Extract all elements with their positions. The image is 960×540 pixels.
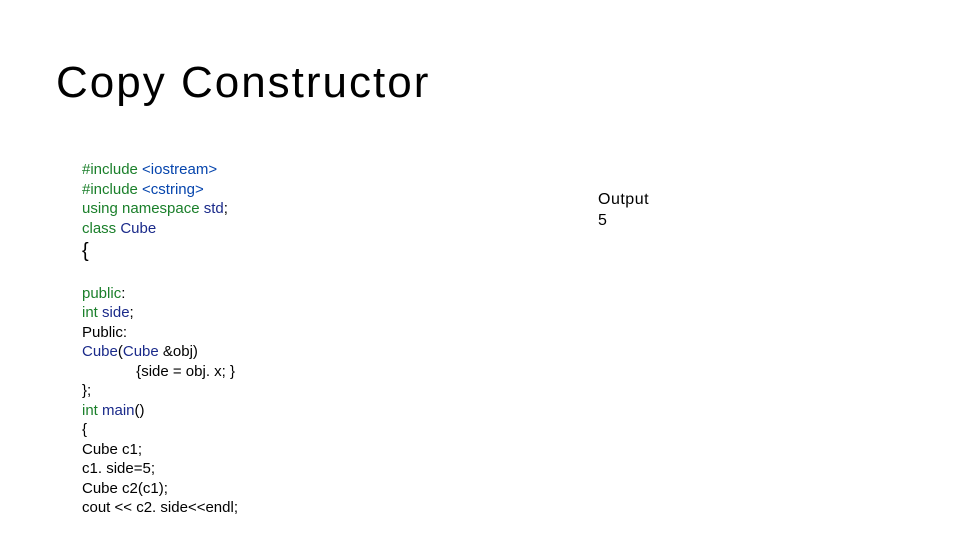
punct: ) [193,343,198,360]
code-line: cout << c2. side<<endl; [82,498,238,518]
text: 1); [150,480,168,497]
text: Public [82,324,123,341]
header-name: <iostream> [142,161,217,178]
class-name: Cube [120,220,156,237]
code-line: Public: [82,323,238,343]
code-line: int main() [82,401,238,421]
text: 1; [130,441,143,458]
code-line: { [82,238,238,264]
output-label: Output [598,190,649,211]
keyword: namespace [122,200,204,217]
keyword: class [82,220,120,237]
output-value: 5 [598,211,649,232]
punct: ; } [222,363,235,380]
text: side = obj. x [141,363,221,380]
code-line: Cube(Cube &obj) [82,342,238,362]
text: 2(c [130,480,151,497]
identifier: std [204,200,224,217]
punct: ; [130,304,134,321]
ctor-name: Cube [82,343,118,360]
brace: { [82,240,89,262]
code-line: c1. side=5; [82,459,238,479]
func-name: main [102,402,135,419]
code-line: using namespace std; [82,199,238,219]
code-line: Cube c2(c1); [82,479,238,499]
text: c [82,460,90,477]
directive: #include [82,161,142,178]
text: cout << c [82,499,144,516]
text: { [82,363,141,380]
code-line: #include <iostream> [82,160,238,180]
brace: { [82,421,87,438]
code-line: int side; [82,303,238,323]
punct: : [121,285,125,302]
keyword: public [82,285,121,302]
member: side [106,460,134,477]
code-line: }; [82,381,238,401]
punct: : [123,324,127,341]
keyword: int [82,402,102,419]
member: side [160,499,188,516]
text: 1. [90,460,107,477]
blank-line [82,264,238,284]
code-line: Cube c1; [82,440,238,460]
output-block: Output 5 [598,190,649,232]
code-line: #include <cstring> [82,180,238,200]
type-name: Cube [123,343,163,360]
punct: () [135,402,145,419]
code-line: { [82,420,238,440]
directive: #include [82,181,142,198]
identifier: side [102,304,130,321]
code-block: #include <iostream> #include <cstring> u… [82,160,238,518]
punct: }; [82,382,91,399]
keyword: int [82,304,102,321]
punct: ; [234,499,238,516]
code-line: {side = obj. x; } [82,362,238,382]
param: &obj [163,343,193,360]
slide-title: Copy Constructor [56,58,430,108]
punct: ; [224,200,228,217]
text: 2. [144,499,161,516]
code-line: public: [82,284,238,304]
text: Cube c [82,441,130,458]
header-name: <cstring> [142,181,204,198]
slide: Copy Constructor #include <iostream> #in… [0,0,960,540]
text: <<endl [188,499,234,516]
text: =5; [134,460,155,477]
keyword: using [82,200,122,217]
code-line: class Cube [82,219,238,239]
text: Cube c [82,480,130,497]
